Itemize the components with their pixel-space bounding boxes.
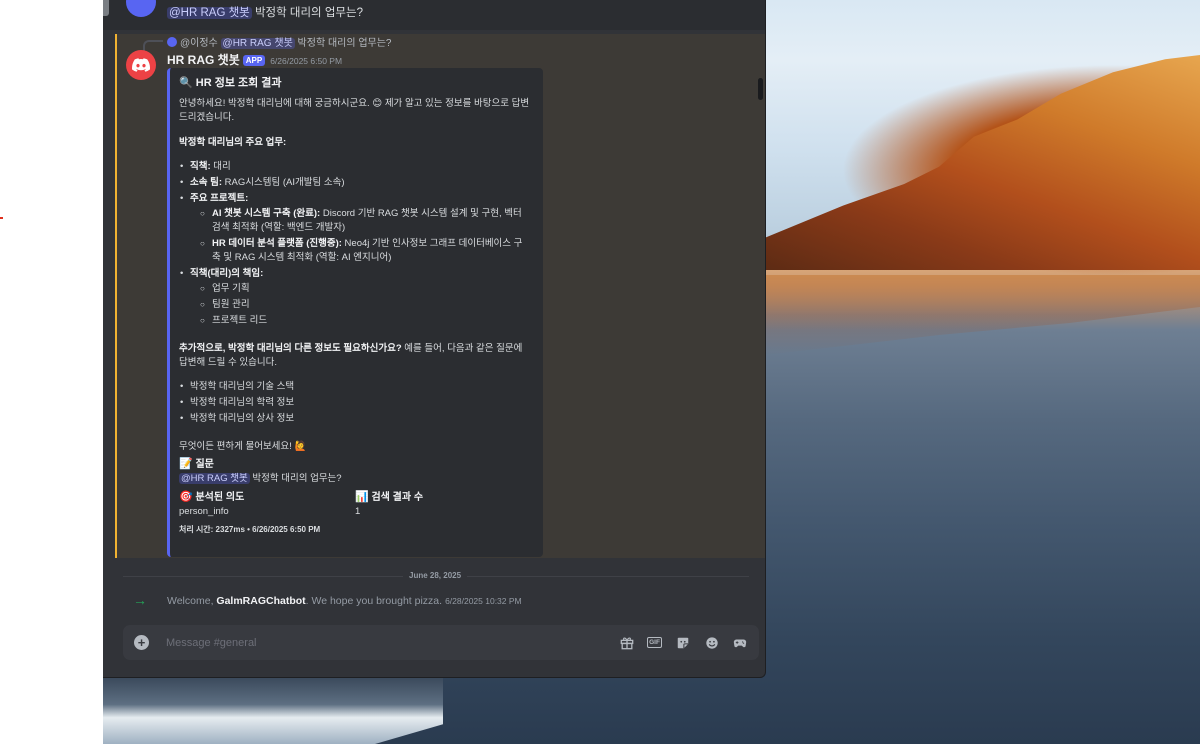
memo-icon: 📝 (179, 458, 193, 470)
wallpaper-wave (103, 678, 443, 744)
welcome-message: Welcome, GalmRAGChatbot. We hope you bro… (167, 595, 522, 607)
list-item: 직책(대리)의 책임: 업무 기획 팀원 관리 프로젝트 리드 (179, 267, 531, 328)
list-item: 박정학 대리님의 학력 정보 (179, 396, 531, 410)
date-divider-label: June 28, 2025 (403, 571, 468, 580)
list-item: 박정학 대리님의 기술 스택 (179, 380, 531, 394)
reply-reference[interactable]: @이정수 @HR RAG 챗봇 박정학 대리의 업무는? (167, 34, 391, 49)
list-item: AI 챗봇 시스템 구축 (완료): Discord 기반 RAG 챗봇 시스템… (190, 207, 531, 235)
user-avatar[interactable] (126, 0, 156, 17)
embed-greeting: 안녕하세요! 박정학 대리님에 대해 궁금하시군요. 😊 제가 알고 있는 정보… (179, 98, 530, 123)
list-item: HR 데이터 분석 플랫폼 (진행중): Neo4j 기반 인사정보 그래프 데… (190, 237, 531, 265)
sticker-icon[interactable] (674, 634, 691, 651)
chat-scrollbar[interactable] (758, 78, 763, 100)
magnifier-icon: 🔍 (179, 77, 193, 89)
gif-icon[interactable]: GIF (646, 634, 663, 651)
count-field: 📊 검색 결과 수 1 (355, 490, 531, 519)
responsibilities-sublist: 업무 기획 팀원 관리 프로젝트 리드 (190, 282, 531, 328)
list-item: 팀원 관리 (190, 298, 531, 312)
embed-title: 🔍 HR 정보 조회 결과 (179, 77, 282, 89)
list-item: 업무 기획 (190, 282, 531, 296)
embed-footer: 처리 시간: 2327ms • 6/26/2025 6:50 PM (179, 525, 321, 534)
count-value: 1 (355, 506, 361, 517)
list-item: 직책: 대리 (179, 160, 531, 174)
message-composer: + GIF (123, 625, 759, 660)
emoji-icon[interactable] (703, 634, 720, 651)
message-input[interactable] (166, 634, 596, 652)
gift-icon[interactable] (618, 634, 635, 651)
followup-text: 추가적으로, 박정학 대리님의 다른 정보도 필요하신가요? 예를 들어, 다음… (179, 343, 523, 368)
suggestions-list: 박정학 대리님의 기술 스택 박정학 대리님의 학력 정보 박정학 대리님의 상… (179, 380, 531, 426)
list-item: 소속 팀: RAG시스템팀 (AI개발팀 소속) (179, 176, 531, 190)
reply-avatar (167, 37, 177, 47)
list-item: 주요 프로젝트: AI 챗봇 시스템 구축 (완료): Discord 기반 R… (179, 192, 531, 265)
bot-timestamp: 6/26/2025 6:50 PM (270, 56, 343, 66)
closing-text: 무엇이든 편하게 물어보세요! 🙋 (179, 441, 307, 452)
count-label: 📊 검색 결과 수 (355, 491, 424, 503)
intent-label: 🎯 분석된 의도 (179, 491, 245, 503)
bot-mention[interactable]: @HR RAG 챗봇 (167, 7, 252, 19)
list-item: 프로젝트 리드 (190, 314, 531, 328)
question-field-value: @HR RAG 챗봇 박정학 대리의 업무는? (179, 473, 342, 484)
hr-info-embed: 🔍 HR 정보 조회 결과 안녕하세요! 박정학 대리님에 대해 궁금하시군요.… (167, 68, 543, 557)
apps-icon[interactable] (731, 634, 748, 651)
previous-message-text: @HR RAG 챗봇 박정학 대리의 업무는? (167, 7, 363, 19)
desktop-marker (0, 217, 3, 219)
duties-heading: 박정학 대리님의 주요 업무: (179, 137, 287, 148)
question-field-label: 📝 질문 (179, 458, 214, 470)
mention-highlight-bar (115, 34, 117, 558)
previous-message: @HR RAG 챗봇 박정학 대리의 업무는? (103, 0, 765, 30)
chart-icon: 📊 (355, 491, 369, 503)
add-attachment-button[interactable]: + (134, 635, 149, 650)
welcome-timestamp: 6/28/2025 10:32 PM (445, 596, 522, 606)
target-icon: 🎯 (179, 491, 193, 503)
intent-field: 🎯 분석된 의도 person_info (179, 490, 355, 519)
list-item: 박정학 대리님의 상사 정보 (179, 412, 531, 426)
reply-text: 박정학 대리의 업무는? (294, 38, 392, 49)
question-mention[interactable]: @HR RAG 챗봇 (179, 473, 250, 484)
duties-list: 직책: 대리 소속 팀: RAG시스템팀 (AI개발팀 소속) 주요 프로젝트:… (179, 160, 531, 328)
app-badge: APP (242, 55, 266, 66)
discord-window: @HR RAG 챗봇 박정학 대리의 업무는? @이정수 @HR RAG 챗봇 … (103, 0, 766, 678)
bot-avatar[interactable] (126, 50, 156, 80)
projects-sublist: AI 챗봇 시스템 구축 (완료): Discord 기반 RAG 챗봇 시스템… (190, 207, 531, 265)
bot-message-header: HR RAG 챗봇 APP 6/26/2025 6:50 PM (167, 51, 342, 69)
intent-value: person_info (179, 506, 229, 517)
bot-name[interactable]: HR RAG 챗봇 (167, 53, 240, 67)
discord-logo-icon (132, 58, 150, 72)
welcome-username[interactable]: GalmRAGChatbot (216, 595, 305, 607)
window-edge-tab (103, 0, 109, 16)
reply-author[interactable]: @이정수 (180, 38, 218, 49)
embed-fields: 🎯 분석된 의도 person_info 📊 검색 결과 수 1 (179, 490, 531, 519)
join-arrow-icon: → (133, 592, 147, 608)
reply-mention[interactable]: @HR RAG 챗봇 (220, 38, 295, 49)
